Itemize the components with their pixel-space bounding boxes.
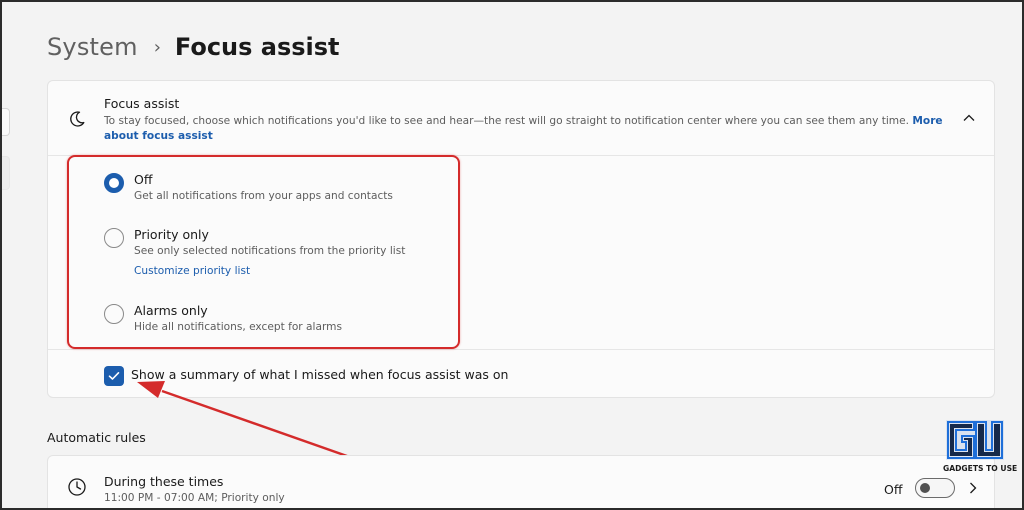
rule-title: During these times bbox=[104, 474, 224, 489]
breadcrumb-parent-system[interactable]: System bbox=[47, 33, 138, 61]
focus-assist-title: Focus assist bbox=[104, 96, 180, 111]
page-title: Focus assist bbox=[174, 33, 340, 61]
gadgets-to-use-logo: GADGETS TO USE bbox=[943, 420, 1017, 473]
focus-assist-description-text: To stay focused, choose which notificati… bbox=[104, 115, 913, 127]
annotation-highlight-box bbox=[67, 155, 460, 349]
summary-checkbox-label[interactable]: Show a summary of what I missed when foc… bbox=[131, 367, 508, 382]
card-divider bbox=[48, 349, 994, 350]
chevron-right-icon bbox=[970, 482, 977, 494]
left-panel-edge bbox=[0, 0, 10, 510]
focus-assist-description: To stay focused, choose which notificati… bbox=[104, 114, 954, 144]
checkmark-icon bbox=[108, 372, 120, 380]
summary-checkbox[interactable] bbox=[104, 366, 124, 386]
clock-icon bbox=[68, 478, 86, 496]
automatic-rules-heading: Automatic rules bbox=[47, 430, 146, 445]
moon-icon bbox=[70, 111, 85, 127]
breadcrumb-separator: › bbox=[153, 36, 161, 58]
rule-during-these-times[interactable]: During these times 11:00 PM - 07:00 AM; … bbox=[47, 455, 995, 510]
toggle-knob bbox=[920, 483, 930, 493]
breadcrumb: System › Focus assist bbox=[47, 27, 340, 67]
rule-toggle-label: Off bbox=[884, 482, 903, 497]
collapse-button[interactable] bbox=[960, 109, 978, 127]
logo-text: GADGETS TO USE bbox=[943, 464, 1017, 473]
rule-expand-button[interactable] bbox=[964, 478, 982, 498]
rule-description: 11:00 PM - 07:00 AM; Priority only bbox=[104, 492, 285, 504]
left-search-box-edge[interactable] bbox=[0, 108, 10, 136]
left-nav-item-edge[interactable] bbox=[0, 156, 10, 190]
chevron-up-icon bbox=[963, 114, 975, 121]
rule-toggle-switch[interactable] bbox=[915, 478, 955, 498]
focus-assist-header[interactable]: Focus assist To stay focused, choose whi… bbox=[48, 81, 994, 156]
